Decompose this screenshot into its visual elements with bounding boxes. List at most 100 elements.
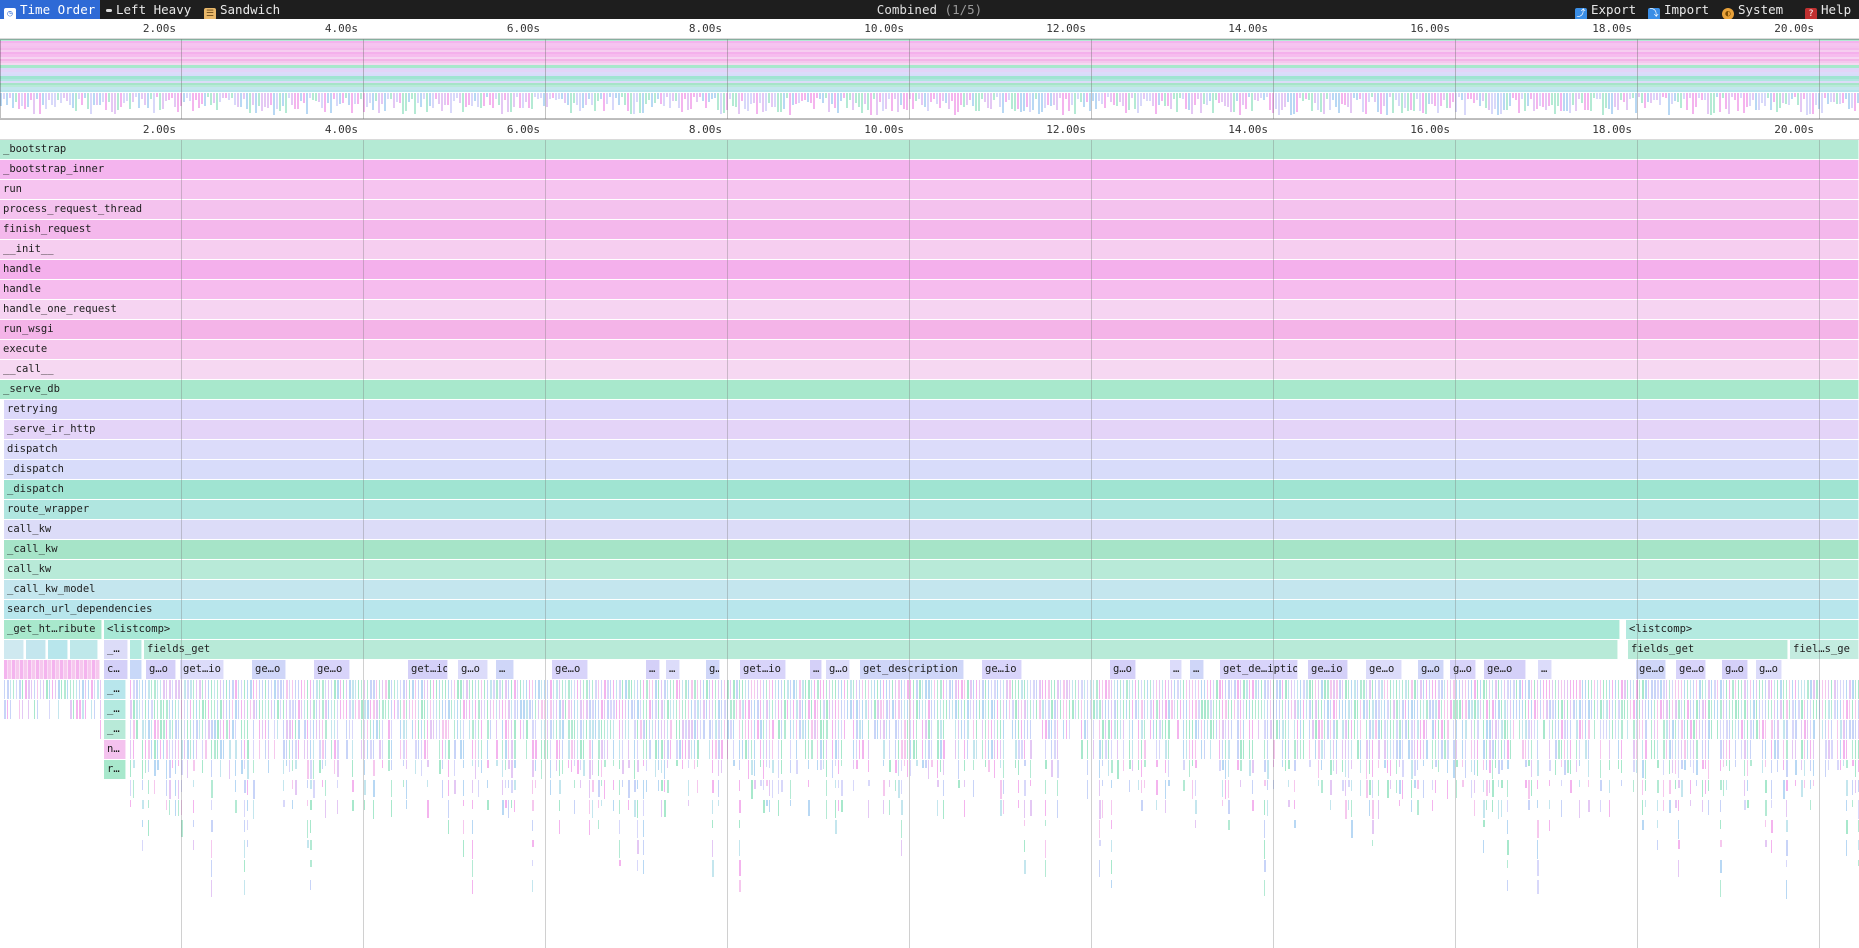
stack-frame[interactable] [1495,740,1496,759]
stack-frame[interactable] [1114,720,1116,739]
stack-frame[interactable] [1330,740,1331,759]
stack-frame[interactable] [1435,760,1437,767]
stack-frame[interactable] [391,780,392,797]
stack-frame[interactable] [1297,680,1298,699]
stack-frame[interactable]: handle [0,280,1859,299]
stack-frame[interactable] [1729,700,1730,719]
stack-frame[interactable] [808,680,810,699]
stack-frame[interactable] [1159,680,1160,699]
stack-frame[interactable] [787,700,788,719]
stack-frame[interactable] [883,800,884,814]
stack-frame[interactable] [358,680,359,699]
stack-frame[interactable] [601,800,602,806]
stack-frame[interactable] [1186,680,1187,699]
stack-frame[interactable] [253,780,255,799]
stack-frame[interactable]: call_kw [4,520,1859,539]
stack-frame[interactable] [895,760,897,773]
stack-frame[interactable] [1222,680,1223,699]
stack-frame[interactable] [1507,760,1509,769]
stack-frame[interactable] [778,800,779,816]
stack-frame[interactable] [688,680,689,699]
stack-frame[interactable] [391,760,392,770]
stack-frame[interactable] [1600,700,1602,719]
stack-frame[interactable] [1522,700,1523,719]
stack-frame[interactable] [781,680,782,699]
stack-frame[interactable] [1738,720,1739,739]
stack-frame[interactable] [178,700,179,719]
stack-frame[interactable] [1300,700,1301,719]
stack-frame[interactable] [532,700,533,719]
stack-frame[interactable] [1840,680,1841,699]
stack-frame[interactable] [1840,740,1841,759]
stack-frame[interactable] [1399,760,1400,767]
stack-frame[interactable] [658,740,659,759]
stack-frame[interactable] [1045,700,1046,719]
stack-frame[interactable] [550,780,551,795]
stack-frame[interactable] [913,740,915,759]
stack-frame[interactable] [196,720,198,739]
stack-frame[interactable] [1141,720,1143,739]
stack-frame[interactable] [1243,720,1244,739]
stack-frame[interactable] [1672,740,1673,759]
stack-frame[interactable] [637,800,638,818]
stack-frame[interactable] [421,720,422,739]
stack-frame[interactable]: ge…o [552,660,588,679]
stack-frame[interactable] [655,720,656,739]
stack-frame[interactable] [511,760,513,778]
stack-frame[interactable] [265,740,266,759]
stack-frame[interactable] [1294,680,1295,699]
stack-frame[interactable] [1561,680,1562,699]
stack-frame[interactable] [688,740,690,759]
stack-frame[interactable] [193,780,194,787]
stack-frame[interactable] [766,760,767,767]
stack-frame[interactable] [1390,700,1391,719]
stack-frame[interactable] [1678,780,1680,788]
stack-frame[interactable] [1387,700,1389,719]
stack-frame[interactable] [190,720,191,739]
stack-frame[interactable] [1237,760,1239,770]
stack-frame[interactable] [1633,780,1634,792]
stack-frame[interactable] [1849,680,1851,699]
stack-frame[interactable] [1210,720,1212,739]
stack-frame[interactable] [661,780,663,791]
stack-frame[interactable] [172,720,173,739]
stack-frame[interactable] [1447,700,1448,719]
stack-frame[interactable] [910,720,911,739]
stack-frame[interactable] [1645,740,1647,759]
stack-frame[interactable] [496,760,498,766]
stack-frame[interactable] [1495,680,1497,699]
stack-frame[interactable] [1507,840,1509,855]
stack-frame[interactable]: _serve_ir_http [4,420,1859,439]
stack-frame[interactable] [319,740,321,759]
stack-frame[interactable] [1198,680,1199,699]
stack-frame[interactable] [1372,760,1373,777]
stack-frame[interactable] [1438,700,1440,719]
stack-frame[interactable] [772,720,774,739]
stack-frame[interactable] [1498,800,1499,819]
stack-frame[interactable] [1855,780,1856,793]
stack-frame[interactable] [1030,720,1031,739]
stack-frame[interactable] [1264,680,1266,699]
stack-frame[interactable] [1513,680,1515,699]
stack-frame[interactable] [1420,740,1421,759]
stack-frame[interactable] [811,680,812,699]
stack-frame[interactable] [694,720,696,739]
stack-frame[interactable] [868,780,870,786]
stack-frame[interactable] [586,680,588,699]
stack-frame[interactable] [718,720,720,739]
stack-frame[interactable] [163,720,165,739]
stack-frame[interactable] [973,720,974,739]
stack-frame[interactable] [1804,760,1805,776]
stack-frame[interactable] [262,700,263,719]
stack-frame[interactable] [319,720,320,739]
stack-frame[interactable] [1402,680,1403,699]
stack-frame[interactable] [868,680,869,699]
stack-frame[interactable] [1330,760,1332,775]
stack-frame[interactable] [550,740,551,759]
stack-frame[interactable] [1054,680,1055,699]
stack-frame[interactable] [805,720,806,739]
stack-frame[interactable] [562,760,563,774]
stack-frame[interactable] [559,680,560,699]
stack-frame[interactable] [268,740,269,759]
stack-frame[interactable] [865,680,866,699]
